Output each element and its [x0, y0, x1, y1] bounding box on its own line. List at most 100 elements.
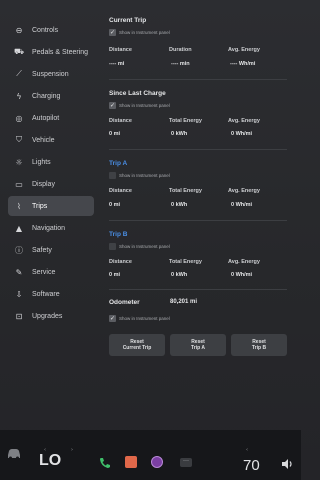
- sidebar-item-label: Suspension: [32, 70, 69, 78]
- section-title: Since Last Charge: [109, 90, 166, 97]
- total-energy-value: 0 kWh: [171, 202, 188, 208]
- button-label-line2: Trip B: [251, 345, 267, 351]
- sidebar-item-label: Safety: [32, 246, 52, 254]
- show-in-panel-checkbox[interactable]: Show in Instrument panel: [109, 172, 170, 179]
- sidebar-item-label: Vehicle: [32, 136, 55, 144]
- total-energy-value: 0 kWh: [171, 131, 188, 137]
- avg-energy-value: 0 Wh/mi: [231, 131, 253, 137]
- sidebar-item-pedals-steering[interactable]: ⛟ Pedals & Steering: [8, 42, 94, 62]
- checkbox-label: Show in Instrument panel: [119, 30, 170, 35]
- sidebar-item-label: Display: [32, 180, 55, 188]
- sidebar-item-upgrades[interactable]: ⊡ Upgrades: [8, 306, 94, 326]
- trips-icon: ⌇: [17, 201, 21, 211]
- reset-trip-b-button[interactable]: Reset Trip B: [231, 334, 287, 356]
- section-title: Trip A: [109, 160, 128, 167]
- show-in-panel-checkbox[interactable]: ✓ Show in Instrument panel: [109, 315, 170, 322]
- sidebar-item-label: Lights: [32, 158, 51, 166]
- toggle-icon: ⊖: [15, 25, 23, 35]
- suspension-icon: ⟋: [16, 69, 22, 78]
- temp-up-icon-right[interactable]: ‹: [246, 447, 248, 453]
- sidebar-item-service[interactable]: ✎ Service: [8, 262, 94, 282]
- car-icon: ⛟: [13, 47, 25, 56]
- avg-energy-label: Avg. Energy: [228, 118, 260, 124]
- sidebar-item-software[interactable]: ⇩ Software: [8, 284, 94, 304]
- temp-up-icon[interactable]: ›: [71, 447, 73, 453]
- phone-icon[interactable]: [99, 456, 111, 468]
- trips-panel: Current Trip ✓ Show in Instrument panel …: [109, 0, 289, 430]
- total-energy-label: Total Energy: [169, 118, 202, 124]
- sidebar-item-navigation[interactable]: ▲ Navigation: [8, 218, 94, 238]
- charging-bolt-icon: ϟ: [16, 91, 22, 101]
- checkbox-label: Show in Instrument panel: [119, 103, 170, 108]
- sidebar-item-lights[interactable]: ☼ Lights: [8, 152, 94, 172]
- music-app-icon[interactable]: [125, 456, 137, 468]
- sidebar-item-safety[interactable]: ⓘ Safety: [8, 240, 94, 260]
- checkbox-unchecked-icon: [109, 243, 116, 250]
- section-title: Trip B: [109, 231, 128, 238]
- divider: [109, 79, 287, 80]
- distance-label: Distance: [109, 188, 132, 194]
- reset-trip-a-button[interactable]: Reset Trip A: [170, 334, 226, 356]
- sidebar-item-suspension[interactable]: ⟋ Suspension: [8, 64, 94, 84]
- sidebar-item-label: Trips: [32, 202, 48, 210]
- left-temperature[interactable]: LO: [39, 452, 61, 470]
- wrench-icon: ✎: [15, 267, 23, 277]
- right-temperature[interactable]: 70: [243, 457, 260, 474]
- avg-energy-label: Avg. Energy: [228, 47, 260, 53]
- show-in-panel-checkbox[interactable]: ✓ Show in Instrument panel: [109, 29, 170, 36]
- button-label-line2: Trip A: [191, 345, 205, 351]
- duration-label: Duration: [169, 47, 192, 53]
- distance-value: 0 mi: [109, 272, 121, 278]
- sidebar-item-vehicle[interactable]: ⛉ Vehicle: [8, 130, 94, 150]
- check-icon: ✓: [109, 29, 116, 36]
- show-in-panel-checkbox[interactable]: ✓ Show in Instrument panel: [109, 102, 170, 109]
- safety-icon: ⓘ: [15, 245, 23, 255]
- car-icon[interactable]: [6, 446, 22, 460]
- display-icon: ▭: [15, 179, 23, 189]
- button-label-line2: Current Trip: [122, 345, 152, 351]
- navigation-arrow-icon: ▲: [15, 223, 23, 233]
- total-energy-label: Total Energy: [169, 188, 202, 194]
- duration-value: ---- min: [171, 61, 190, 67]
- distance-label: Distance: [109, 118, 132, 124]
- avg-energy-label: Avg. Energy: [228, 188, 260, 194]
- sidebar-item-controls[interactable]: ⊖ Controls: [8, 20, 94, 40]
- sidebar-item-charging[interactable]: ϟ Charging: [8, 86, 94, 106]
- avg-energy-value: 0 Wh/mi: [231, 272, 253, 278]
- check-icon: ✓: [109, 315, 116, 322]
- sidebar-item-label: Service: [32, 268, 56, 276]
- distance-label: Distance: [109, 259, 132, 265]
- sidebar-item-autopilot[interactable]: ◎ Autopilot: [8, 108, 94, 128]
- checkbox-label: Show in Instrument panel: [119, 316, 170, 321]
- section-title: Current Trip: [109, 17, 147, 24]
- divider: [109, 149, 287, 150]
- distance-value: ---- mi: [109, 61, 125, 67]
- volume-icon[interactable]: [281, 457, 295, 469]
- avg-energy-label: Avg. Energy: [228, 259, 260, 265]
- show-in-panel-checkbox[interactable]: Show in Instrument panel: [109, 243, 170, 250]
- sidebar-item-label: Software: [32, 290, 60, 298]
- sidebar-item-trips[interactable]: ⌇ Trips: [8, 196, 94, 216]
- checkbox-label: Show in Instrument panel: [119, 244, 170, 249]
- checkbox-unchecked-icon: [109, 172, 116, 179]
- odometer-label: Odometer: [109, 299, 140, 306]
- settings-sidebar: ⊖ Controls ⛟ Pedals & Steering ⟋ Suspens…: [0, 0, 100, 430]
- distance-value: 0 mi: [109, 202, 121, 208]
- sidebar-item-label: Upgrades: [32, 312, 63, 320]
- sidebar-item-display[interactable]: ▭ Display: [8, 174, 94, 194]
- total-energy-value: 0 kWh: [171, 272, 188, 278]
- distance-value: 0 mi: [109, 131, 121, 137]
- more-dots-icon[interactable]: ···: [180, 458, 192, 467]
- steering-wheel-icon: ◎: [15, 113, 23, 123]
- download-icon: ⇩: [15, 289, 23, 299]
- sidebar-item-label: Autopilot: [32, 114, 60, 122]
- vehicle-icon: ⛉: [16, 135, 22, 144]
- avg-energy-value: ---- Wh/mi: [230, 61, 256, 67]
- total-energy-label: Total Energy: [169, 259, 202, 265]
- taskbar: ‹ LO › ··· ‹ 70: [0, 430, 301, 480]
- divider: [109, 289, 287, 290]
- checkbox-label: Show in Instrument panel: [119, 173, 170, 178]
- sidebar-item-label: Charging: [32, 92, 61, 100]
- reset-current-trip-button[interactable]: Reset Current Trip: [109, 334, 165, 356]
- camera-app-icon[interactable]: [151, 456, 163, 468]
